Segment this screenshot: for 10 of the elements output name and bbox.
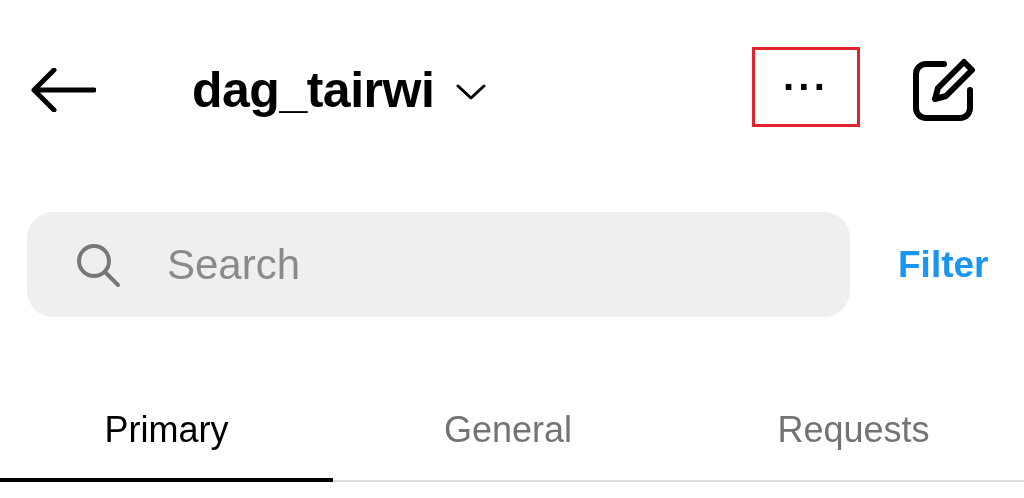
search-field[interactable]: Search [27,212,850,317]
tab[interactable]: Primary [0,382,333,482]
chevron-down-icon[interactable] [456,84,487,100]
back-arrow-icon[interactable] [30,68,96,112]
more-button[interactable]: ··· [752,47,860,127]
tab[interactable]: Requests [683,382,1024,482]
compose-icon[interactable] [912,58,976,122]
search-icon [75,242,121,288]
tab[interactable]: General [333,382,683,482]
username-title[interactable]: dag_tairwi [192,61,435,119]
